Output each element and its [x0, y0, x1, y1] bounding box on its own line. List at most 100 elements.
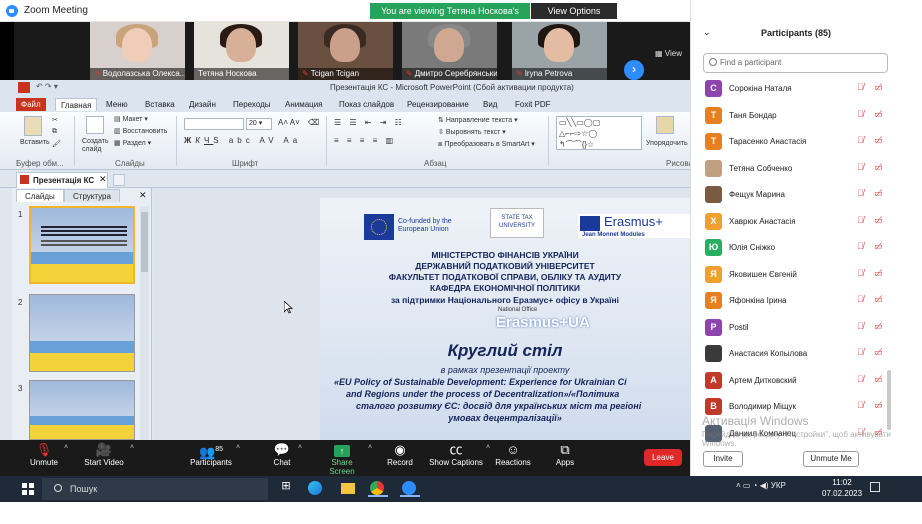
participant-row[interactable]: Анастасия Копылова 🎙̸ ▭̸	[691, 341, 922, 367]
participant-row[interactable]: P Postil 🎙̸ ▭̸	[691, 315, 922, 341]
notifications-icon[interactable]	[870, 482, 880, 492]
video-off-icon[interactable]: ▭̸	[874, 400, 883, 411]
document-tab[interactable]: Презентація КС	[16, 172, 108, 188]
start-video-button[interactable]: 🎥 Start Video ˄	[80, 440, 134, 476]
video-off-icon[interactable]: ▭̸	[874, 321, 883, 332]
tab-design[interactable]: Дизайн	[184, 98, 221, 111]
font-grow-shrink-icons[interactable]: A˄ A˅	[278, 118, 300, 127]
text-direction-button[interactable]: ⇅ Направление текста ▾	[438, 116, 518, 124]
video-off-icon[interactable]: ▭̸	[874, 241, 883, 252]
video-off-icon[interactable]: ▭̸	[874, 347, 883, 358]
video-off-icon[interactable]: ▭̸	[874, 82, 883, 93]
chrome-browser-icon[interactable]	[368, 479, 388, 497]
muted-mic-icon[interactable]: 🎙̸	[857, 321, 864, 331]
muted-mic-icon[interactable]: 🎙̸	[857, 215, 864, 225]
align-text-button[interactable]: ⇳ Выровнять текст ▾	[438, 128, 506, 136]
arrange-button[interactable]: Упорядочить	[646, 140, 688, 147]
unmute-me-button[interactable]: Unmute Me	[803, 451, 859, 467]
caret-up-icon[interactable]: ˄	[368, 444, 372, 451]
participant-row[interactable]: Ю Юлія Сніжко 🎙̸ ▭̸	[691, 235, 922, 261]
tab-animation[interactable]: Анимация	[280, 98, 328, 111]
clear-format-icon[interactable]: ⌫	[308, 118, 319, 127]
new-slide-icon[interactable]	[86, 116, 104, 134]
quick-access-icons[interactable]: ↶ ↷ ▾	[36, 82, 58, 91]
section-button[interactable]: ▦ Раздел ▾	[114, 139, 151, 147]
reactions-button[interactable]: ☺ Reactions	[494, 440, 532, 476]
tab-home[interactable]: Главная	[55, 98, 98, 111]
muted-mic-icon[interactable]: 🎙̸	[857, 347, 864, 357]
video-off-icon[interactable]: ▭̸	[874, 162, 883, 173]
arrange-icon[interactable]	[656, 116, 674, 134]
caret-up-icon[interactable]: ˄	[298, 444, 302, 451]
participant-row[interactable]: Тетяна Собченко 🎙̸ ▭̸	[691, 156, 922, 182]
align-icons[interactable]: ≡ ≡ ≡ ≡ ▥	[334, 136, 396, 145]
tab-insert[interactable]: Вставка	[140, 98, 180, 111]
tab-structure[interactable]: Структура	[64, 189, 120, 202]
layout-button[interactable]: ▤ Макет ▾	[114, 115, 148, 123]
copy-icon[interactable]: ⧉	[52, 128, 57, 136]
caret-up-icon[interactable]: ˄	[130, 444, 134, 451]
restore-button[interactable]: ▥ Восстановить	[114, 127, 167, 135]
slide-thumbnail[interactable]	[29, 380, 135, 440]
find-participant-input[interactable]: Find a participant	[703, 53, 888, 73]
view-options-button[interactable]: View Options	[531, 3, 617, 19]
gallery-view-button[interactable]: ▦ View	[655, 49, 682, 58]
new-slide-button[interactable]: Создать слайд	[82, 138, 112, 154]
participant-row[interactable]: Я Яфонкіна Ірина 🎙̸ ▭̸	[691, 288, 922, 314]
video-tile[interactable]: Тетяна Носкова	[194, 22, 289, 80]
muted-mic-icon[interactable]: 🎙̸	[857, 188, 864, 198]
video-off-icon[interactable]: ▭̸	[874, 374, 883, 385]
video-tile[interactable]: ✎ Tcigan Tcigan	[298, 22, 393, 80]
apps-button[interactable]: ⧉ Apps	[552, 440, 578, 476]
format-painter-icon[interactable]: 🖌	[52, 140, 61, 148]
video-tile[interactable]: ✎ Дмитро Серебрянський	[402, 22, 497, 80]
tab-slideshow[interactable]: Показ слайдов	[334, 98, 399, 111]
video-off-icon[interactable]: ▭̸	[874, 268, 883, 279]
invite-button[interactable]: Invite	[703, 451, 743, 467]
shapes-gallery[interactable]: ▭╲╲▭◯▢ △⌐⌐⇨☆◯ ↰⌒⌒{}☆	[556, 116, 642, 150]
caret-up-icon[interactable]: ˄	[486, 444, 490, 451]
participant-row[interactable]: Х Хаврюк Анастасія 🎙̸ ▭̸	[691, 209, 922, 235]
caret-up-icon[interactable]: ˄	[64, 444, 68, 451]
font-style-icons[interactable]: ЖКЧS abc AV Aa	[184, 136, 301, 145]
participant-row[interactable]: Т Тарасенко Анастасія 🎙̸ ▭̸	[691, 129, 922, 155]
tab-view[interactable]: Вид	[478, 98, 502, 111]
leave-button[interactable]: Leave	[644, 449, 682, 466]
task-view-icon[interactable]: ⊞	[276, 479, 296, 497]
cut-icon[interactable]: ✂	[52, 116, 58, 124]
new-tab-button[interactable]	[113, 174, 125, 186]
muted-mic-icon[interactable]: 🎙̸	[857, 268, 864, 278]
caret-up-icon[interactable]: ˄	[236, 444, 240, 451]
tab-review[interactable]: Рецензирование	[402, 98, 474, 111]
video-tile[interactable]: ✎ Водолазська Олекса...	[90, 22, 185, 80]
participants-button[interactable]: 👥85 Participants ˄	[188, 440, 240, 476]
video-off-icon[interactable]: ▭̸	[874, 294, 883, 305]
tab-slides[interactable]: Слайды	[16, 189, 64, 202]
chat-button[interactable]: 💬 Chat ˄	[268, 440, 303, 476]
zoom-app-icon[interactable]	[400, 479, 420, 497]
participant-row[interactable]: Фещук Марина 🎙̸ ▭̸	[691, 182, 922, 208]
close-pane-icon[interactable]: ✕	[139, 190, 147, 201]
muted-mic-icon[interactable]: 🎙̸	[857, 162, 864, 172]
muted-mic-icon[interactable]: 🎙̸	[857, 135, 864, 145]
tab-foxit-pdf[interactable]: Foxit PDF	[510, 98, 556, 111]
participant-row[interactable]: Т Таня Бондар 🎙̸ ▭̸	[691, 103, 922, 129]
list-icons[interactable]: ☰ ☰ ⇤ ⇥ ☷	[334, 118, 405, 127]
video-off-icon[interactable]: ▭̸	[874, 109, 883, 120]
record-button[interactable]: ◉ Record	[386, 440, 414, 476]
smartart-button[interactable]: ⧈ Преобразовать в SmartArt ▾	[438, 140, 535, 149]
participant-row[interactable]: Я Яковишен Євгеній 🎙̸ ▭̸	[691, 262, 922, 288]
tab-file[interactable]: Файл	[16, 98, 46, 111]
muted-mic-icon[interactable]: 🎙̸	[857, 400, 864, 410]
file-explorer-icon[interactable]	[338, 479, 358, 497]
language-indicator[interactable]: УКР	[771, 481, 786, 490]
windows-start-icon[interactable]	[22, 483, 34, 495]
slide-thumbnail[interactable]	[29, 206, 135, 284]
show-captions-button[interactable]: ㏄ Show Captions ˄	[428, 440, 490, 476]
close-tab-icon[interactable]: ✕	[99, 174, 107, 185]
collapse-chevron-icon[interactable]: ⌄	[703, 27, 711, 38]
video-off-icon[interactable]: ▭̸	[874, 215, 883, 226]
muted-mic-icon[interactable]: 🎙̸	[857, 241, 864, 251]
unmute-button[interactable]: 🎙 Unmute ˄	[26, 440, 68, 476]
scrollbar-thumb[interactable]	[141, 212, 148, 272]
